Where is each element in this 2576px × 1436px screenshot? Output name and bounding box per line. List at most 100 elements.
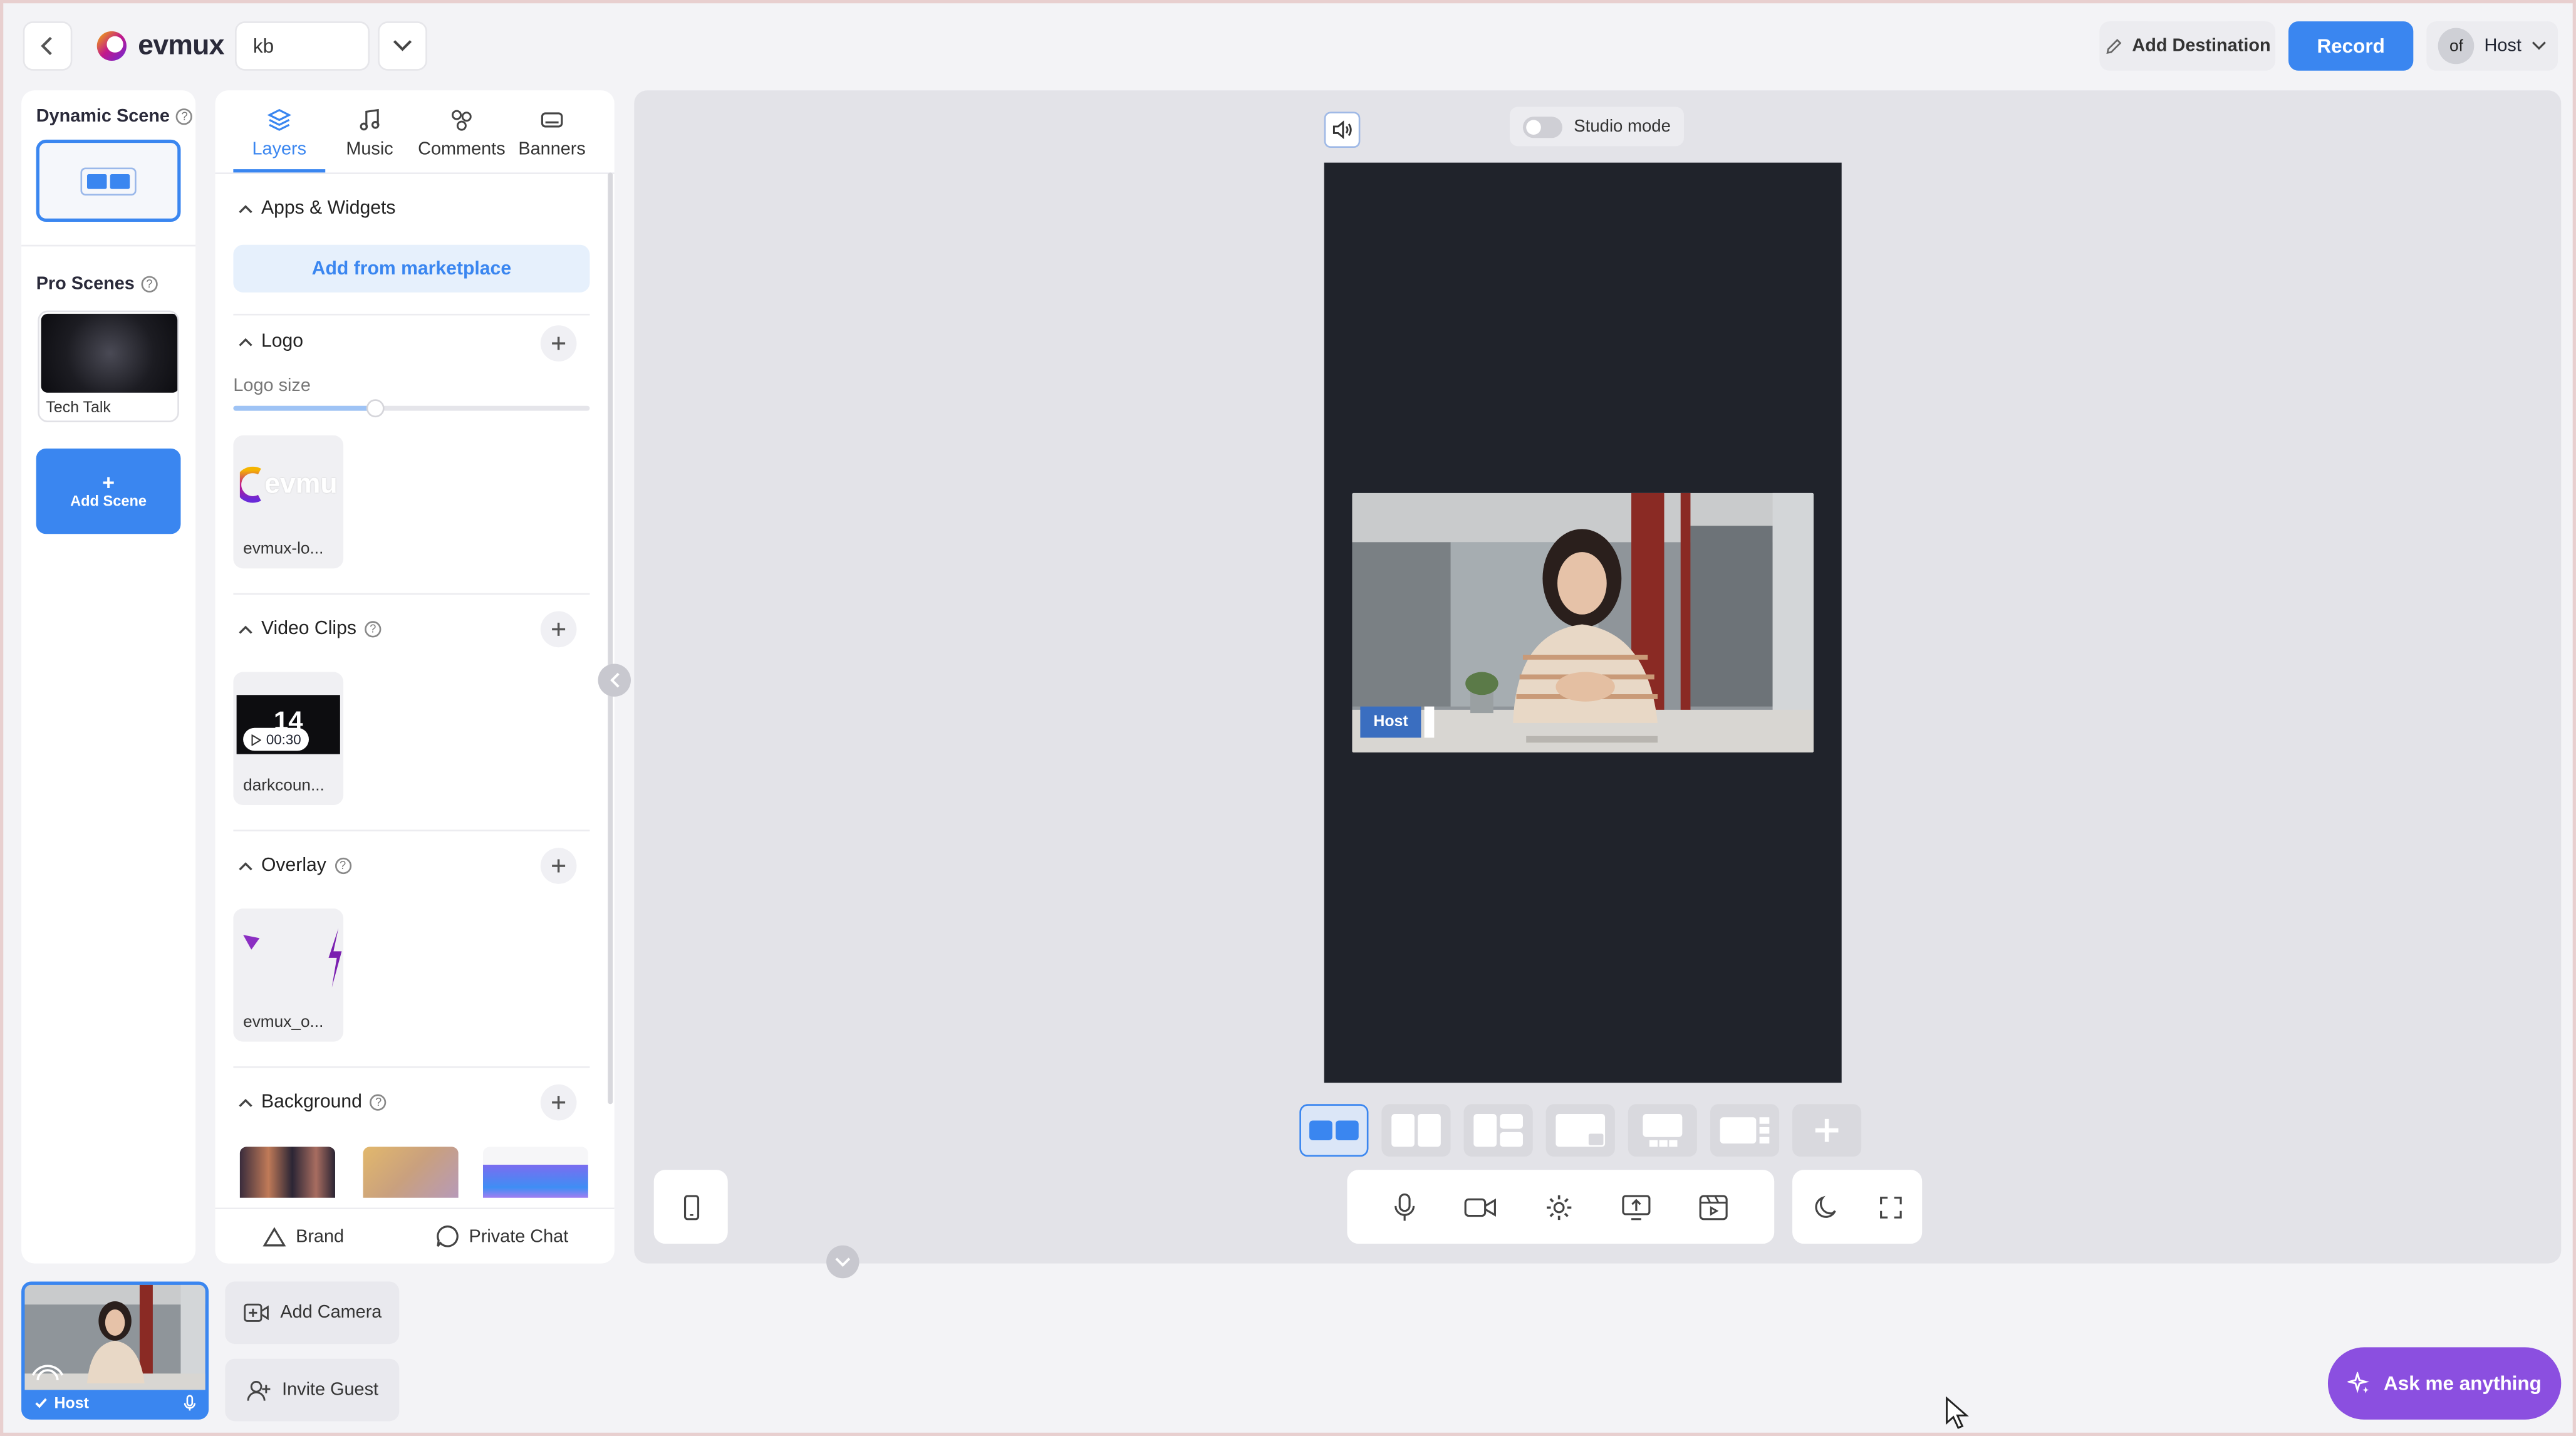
camera-icon[interactable]	[1464, 1195, 1497, 1219]
media-library-icon[interactable]	[1698, 1194, 1727, 1220]
logo-size-slider-handle[interactable]	[366, 399, 385, 418]
overlay-asset-label: evmux_o...	[243, 1014, 324, 1032]
tab-comments[interactable]: Comments	[415, 107, 507, 182]
tab-layers-label: Layers	[252, 139, 307, 160]
studio-mode-label: Studio mode	[1574, 117, 1671, 137]
logo-size-slider-fill	[233, 405, 376, 411]
mobile-icon	[683, 1194, 699, 1220]
add-logo-button[interactable]	[540, 325, 577, 362]
brand-button[interactable]: Brand	[261, 1225, 344, 1248]
help-icon[interactable]: ?	[365, 621, 382, 638]
video-clips-header[interactable]: Video Clips ?	[238, 620, 382, 639]
add-destination-button[interactable]: Add Destination	[2099, 21, 2276, 71]
chevron-down-icon	[835, 1257, 851, 1266]
audio-button[interactable]	[1324, 112, 1361, 148]
screen-share-icon[interactable]	[1621, 1194, 1651, 1220]
logo-asset[interactable]: evmu evmux-lo...	[233, 435, 344, 569]
divider	[233, 830, 590, 831]
add-background-button[interactable]	[540, 1084, 577, 1121]
divider	[215, 172, 615, 174]
help-icon[interactable]: ?	[334, 857, 351, 875]
logo-size-slider[interactable]	[233, 399, 590, 418]
logo-title: Logo	[261, 331, 304, 352]
background-thumbnail-2[interactable]	[363, 1147, 459, 1198]
help-icon[interactable]: ?	[141, 276, 158, 293]
layers-panel: Layers Music Comments Banners Apps & Wid…	[215, 90, 615, 1264]
tab-banners[interactable]: Banners	[511, 107, 593, 182]
layout-grid[interactable]	[1463, 1104, 1533, 1157]
media-controls	[1347, 1170, 1775, 1244]
moon-icon[interactable]	[1813, 1194, 1837, 1219]
video-duration-badge: 00:30	[243, 727, 309, 751]
logo-size-label: Logo size	[233, 376, 311, 396]
layout-two-tile[interactable]	[1299, 1104, 1369, 1157]
video-clip-asset[interactable]: 14 00:30 darkcoun...	[233, 672, 344, 805]
layout-sidebar[interactable]	[1710, 1104, 1780, 1157]
app-logo[interactable]: evmux	[95, 28, 224, 65]
overlay-logo-icon	[243, 935, 260, 950]
app-name: evmux	[138, 29, 224, 61]
tab-music[interactable]: Music	[337, 107, 403, 182]
tab-music-label: Music	[346, 139, 393, 160]
host-video-feed[interactable]	[1352, 492, 1814, 753]
chevron-up-icon	[239, 625, 252, 633]
speaker-icon	[1332, 120, 1351, 140]
add-camera-button[interactable]: Add Camera	[225, 1281, 400, 1345]
evmux-logo-thumbnail: evmu	[239, 455, 343, 514]
video-clip-label: darkcoun...	[243, 777, 325, 796]
panel-scrollbar[interactable]	[608, 172, 613, 1105]
record-button[interactable]: Record	[2288, 21, 2414, 71]
background-thumbnail-3[interactable]	[482, 1147, 588, 1198]
collapse-panel-button[interactable]	[598, 663, 631, 697]
private-chat-button[interactable]: Private Chat	[436, 1224, 568, 1249]
pro-scene-tech-talk[interactable]: Tech Talk	[38, 310, 179, 422]
layout-presentation[interactable]	[1628, 1104, 1697, 1157]
plus-icon	[552, 859, 566, 873]
overlay-header[interactable]: Overlay ?	[238, 856, 351, 876]
apps-widgets-header[interactable]: Apps & Widgets	[238, 199, 396, 219]
host-camera-tile[interactable]: Host	[21, 1281, 209, 1420]
add-video-clip-button[interactable]	[540, 611, 577, 648]
add-camera-icon	[243, 1303, 268, 1322]
add-scene-button[interactable]: + Add Scene	[36, 448, 181, 534]
user-menu-button[interactable]: of Host	[2426, 21, 2558, 71]
back-button[interactable]	[23, 21, 73, 71]
toggle-switch[interactable]	[1523, 115, 1562, 137]
studio-mode-toggle[interactable]: Studio mode	[1509, 107, 1684, 147]
chevron-up-icon	[239, 204, 252, 212]
chat-icon	[437, 1225, 459, 1247]
add-overlay-button[interactable]	[540, 848, 577, 884]
dynamic-scene-thumbnail[interactable]	[36, 139, 181, 222]
room-input[interactable]: kb	[235, 21, 370, 71]
layout-pip[interactable]	[1545, 1104, 1615, 1157]
mobile-view-button[interactable]	[653, 1170, 728, 1244]
expand-bottom-button[interactable]	[826, 1245, 860, 1279]
evmux-logo-icon	[239, 466, 261, 503]
invite-guest-button[interactable]: Invite Guest	[225, 1358, 400, 1422]
ask-me-anything-button[interactable]: Ask me anything	[2327, 1347, 2562, 1420]
comments-icon	[452, 110, 472, 131]
overlay-asset[interactable]: evmux_o...	[233, 908, 344, 1042]
pro-scenes-title: Pro Scenes ?	[36, 274, 158, 294]
add-layout-button[interactable]	[1792, 1104, 1862, 1157]
microphone-icon[interactable]	[1394, 1192, 1417, 1222]
layout-picker	[1299, 1104, 1862, 1157]
help-icon[interactable]: ?	[370, 1094, 387, 1111]
chevron-left-icon	[609, 672, 619, 688]
chevron-up-icon	[239, 337, 252, 346]
background-thumbnail-1[interactable]	[239, 1147, 335, 1198]
microphone-icon[interactable]	[184, 1395, 196, 1411]
video-duration: 00:30	[266, 731, 301, 748]
check-icon	[35, 1398, 47, 1408]
add-from-marketplace-button[interactable]: Add from marketplace	[233, 244, 590, 293]
logo-header[interactable]: Logo	[238, 332, 303, 351]
help-icon[interactable]: ?	[176, 108, 193, 125]
chevron-up-icon	[239, 861, 252, 870]
chevron-down-icon	[2532, 41, 2546, 50]
logo-asset-label: evmux-lo...	[243, 540, 324, 559]
fullscreen-icon[interactable]	[1879, 1195, 1902, 1219]
gear-icon[interactable]	[1544, 1192, 1574, 1222]
background-header[interactable]: Background ?	[238, 1093, 387, 1112]
layout-split[interactable]	[1381, 1104, 1451, 1157]
room-dropdown-button[interactable]	[378, 21, 427, 71]
